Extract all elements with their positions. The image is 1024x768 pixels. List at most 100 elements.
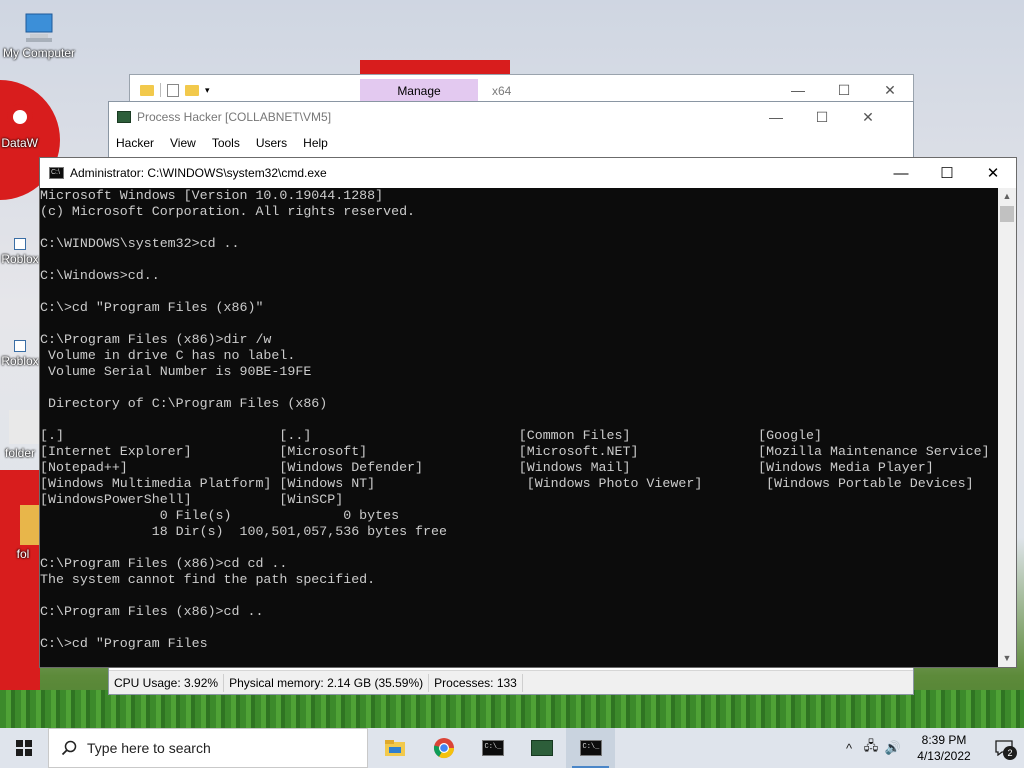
volume-icon[interactable]: 🔊 <box>882 740 904 756</box>
desktop-icon-dataw[interactable]: DataW <box>0 100 58 150</box>
window-title: x64 <box>492 84 512 98</box>
computer-icon <box>22 10 56 44</box>
clock-date: 4/13/2022 <box>917 749 971 763</box>
wallpaper-shape <box>0 470 40 690</box>
window-controls: — ☐ ✕ <box>878 158 1016 188</box>
start-button[interactable] <box>0 728 48 768</box>
desktop-icon-label: folder <box>4 446 36 460</box>
taskbar-cmd-active[interactable]: C:\_ <box>566 728 615 768</box>
command-prompt-window[interactable]: C:\ Administrator: C:\WINDOWS\system32\c… <box>39 157 1017 668</box>
maximize-button[interactable]: ☐ <box>924 158 970 188</box>
taskbar-file-explorer[interactable] <box>370 728 419 768</box>
cmd-icon: C:\_ <box>481 740 504 756</box>
clock[interactable]: 8:39 PM 4/13/2022 <box>904 732 984 764</box>
cmd-icon: C:\ <box>49 167 64 179</box>
desktop-icon-label: My Computer <box>2 46 76 60</box>
console-line: C:\Program Files (x86)>cd .. <box>40 604 264 619</box>
console-line: C:\>cd "Program Files (x86)" <box>40 300 264 315</box>
desktop-icon-label: Roblox <box>1 354 39 368</box>
wallpaper-grass <box>0 690 1024 730</box>
folder-icon[interactable] <box>140 84 154 96</box>
close-button[interactable]: ✕ <box>845 102 891 132</box>
cmd-icon: C:\_ <box>579 740 602 756</box>
folder-icon <box>9 410 39 444</box>
desktop-icon-my-computer[interactable]: My Computer <box>1 10 77 60</box>
new-folder-icon[interactable] <box>185 84 199 96</box>
maximize-button[interactable]: ☐ <box>799 102 845 132</box>
taskbar-process-hacker[interactable] <box>517 728 566 768</box>
system-tray: ^ 🖧 🔊 8:39 PM 4/13/2022 2 <box>838 728 1024 768</box>
quick-access-toolbar: ▾ <box>130 83 210 97</box>
menu-tools[interactable]: Tools <box>212 136 240 150</box>
console-line: 18 Dir(s) 100,501,057,536 bytes free <box>40 524 447 539</box>
physical-memory: Physical memory: 2.14 GB (35.59%) <box>224 673 430 692</box>
windows-logo-icon <box>16 740 32 756</box>
menu-bar: Hacker View Tools Users Help <box>109 132 913 154</box>
process-hacker-titlebar[interactable]: Process Hacker [COLLABNET\VM5] — ☐ ✕ <box>109 102 913 132</box>
console-line: (c) Microsoft Corporation. All rights re… <box>40 204 416 219</box>
taskbar-apps: C:\_ C:\_ <box>370 728 615 768</box>
desktop-icon-label: DataW <box>1 136 38 150</box>
file-explorer-icon <box>384 740 405 756</box>
chevron-up-icon[interactable]: ^ <box>838 741 860 756</box>
minimize-button[interactable]: — <box>878 158 924 188</box>
console-line: [Internet Explorer] [Microsoft] [Microso… <box>40 444 990 459</box>
scroll-up-icon[interactable]: ▲ <box>998 188 1016 205</box>
process-hacker-icon <box>530 740 553 756</box>
search-icon <box>61 740 77 756</box>
console-line: Microsoft Windows [Version 10.0.19044.12… <box>40 188 384 203</box>
search-placeholder: Type here to search <box>87 740 211 756</box>
window-title: Administrator: C:\WINDOWS\system32\cmd.e… <box>70 166 327 180</box>
vertical-scrollbar[interactable]: ▲ ▼ <box>998 188 1016 667</box>
menu-help[interactable]: Help <box>303 136 328 150</box>
action-center-button[interactable]: 2 <box>984 728 1024 768</box>
console-line: C:\Program Files (x86)>dir /w <box>40 332 272 347</box>
console-line: [.] [..] [Common Files] [Google] <box>40 428 822 443</box>
cpu-usage: CPU Usage: 3.92% <box>109 673 225 692</box>
network-icon[interactable]: 🖧 <box>860 737 882 759</box>
console-line: [Windows Multimedia Platform] [Windows N… <box>40 476 974 491</box>
menu-users[interactable]: Users <box>256 136 287 150</box>
console-line: The system cannot find the path specifie… <box>40 572 376 587</box>
menu-hacker[interactable]: Hacker <box>116 136 154 150</box>
properties-icon[interactable] <box>167 83 179 97</box>
window-title: Process Hacker [COLLABNET\VM5] <box>137 110 332 124</box>
tab-manage[interactable]: Manage <box>360 79 478 101</box>
minimize-button[interactable]: — <box>753 102 799 132</box>
process-count: Processes: 133 <box>429 673 523 692</box>
console-output[interactable]: Microsoft Windows [Version 10.0.19044.12… <box>40 188 999 667</box>
chrome-icon <box>433 738 454 759</box>
chevron-down-icon[interactable]: ▾ <box>205 85 210 96</box>
desktop-icon-label: fol <box>16 547 30 561</box>
clock-time: 8:39 PM <box>921 733 967 747</box>
scroll-down-icon[interactable]: ▼ <box>998 650 1016 667</box>
scroll-thumb[interactable] <box>1000 206 1014 222</box>
app-icon <box>3 100 37 134</box>
console-line: Volume Serial Number is 90BE-19FE <box>40 364 312 379</box>
console-line: Directory of C:\Program Files (x86) <box>40 396 328 411</box>
console-line: 0 File(s) 0 bytes <box>40 508 400 523</box>
console-line: [WindowsPowerShell] [WinSCP] <box>40 492 344 507</box>
menu-view[interactable]: View <box>170 136 196 150</box>
close-button[interactable]: ✕ <box>970 158 1016 188</box>
taskbar-search[interactable]: Type here to search <box>48 728 368 768</box>
desktop-icon-label: Roblox <box>1 252 39 266</box>
console-line: C:\Program Files (x86)>cd cd .. <box>40 556 288 571</box>
taskbar-cmd[interactable]: C:\_ <box>468 728 517 768</box>
console-line: C:\WINDOWS\system32>cd .. <box>40 236 240 251</box>
console-line: C:\>cd "Program Files <box>40 636 208 651</box>
notification-badge: 2 <box>1003 746 1017 760</box>
taskbar: Type here to search C:\_ C:\_ ^ 🖧 🔊 8:39… <box>0 728 1024 768</box>
window-controls: — ☐ ✕ <box>753 102 891 132</box>
cmd-titlebar[interactable]: C:\ Administrator: C:\WINDOWS\system32\c… <box>40 158 1016 188</box>
taskbar-chrome[interactable] <box>419 728 468 768</box>
shortcut-icon <box>14 340 26 352</box>
console-line: [Notepad++] [Windows Defender] [Windows … <box>40 460 934 475</box>
